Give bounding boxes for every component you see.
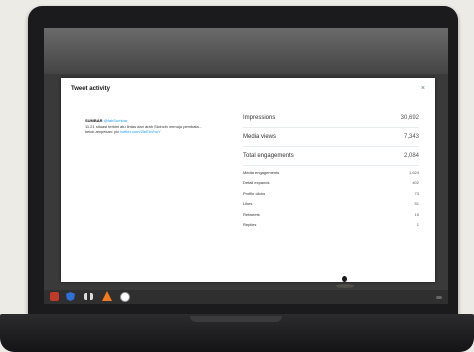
stats-panel: Impressions 30,692 Media views 7,343 Tot… xyxy=(243,110,419,230)
tweet-author: SUMBAR xyxy=(85,118,103,123)
stat-row-media-engagements: Media engagements 1,624 xyxy=(243,167,419,178)
divider xyxy=(243,146,419,147)
laptop-screen: Tweet activity × SUMBAR @fabSumbar 11.21… xyxy=(44,28,448,304)
stat-row-likes: Likes 51 xyxy=(243,199,419,210)
stat-value: 30,692 xyxy=(400,115,419,121)
stat-value: 402 xyxy=(412,180,419,186)
stat-label: Retweets xyxy=(243,211,260,217)
tray-icon[interactable] xyxy=(436,296,442,299)
stat-row-impressions: Impressions 30,692 xyxy=(243,110,419,126)
tweet-preview: SUMBAR @fabSumbar 11.21 situasi terkini … xyxy=(85,118,231,135)
tweet-text: 11.21 situasi terkini atu lintas dari ar… xyxy=(85,123,203,129)
divider xyxy=(243,127,419,128)
modal-title: Tweet activity xyxy=(71,86,110,92)
close-icon[interactable]: × xyxy=(421,85,425,92)
shield-icon[interactable] xyxy=(66,292,75,301)
taskbar xyxy=(44,290,448,304)
stat-row-total-engagements: Total engagements 2,084 xyxy=(243,148,419,164)
stat-value: 15 xyxy=(414,211,419,217)
start-icon[interactable] xyxy=(50,292,59,301)
stat-label: Detail expands xyxy=(243,180,270,186)
stat-value: 1,624 xyxy=(408,169,419,175)
browser-backdrop xyxy=(44,28,448,74)
stat-label: Likes xyxy=(243,201,253,207)
itunes-icon[interactable] xyxy=(120,292,130,302)
tweet-text-continued: kelok ampekan: pic xyxy=(85,129,120,134)
stat-row-detail-expands: Detail expands 402 xyxy=(243,178,419,189)
stat-value: 2,084 xyxy=(403,153,419,159)
stat-label: Impressions xyxy=(243,115,276,121)
tweet-activity-modal: Tweet activity × SUMBAR @fabSumbar 11.21… xyxy=(61,78,435,288)
screen-stain xyxy=(342,276,347,282)
stat-value: 1 xyxy=(416,222,419,228)
tweet-handle[interactable]: @fabSumbar xyxy=(104,118,128,123)
stat-row-retweets: Retweets 15 xyxy=(243,209,419,220)
stat-label: Replies xyxy=(243,222,257,228)
vlc-icon[interactable] xyxy=(102,291,112,301)
stat-value: 51 xyxy=(414,201,419,207)
network-icon[interactable] xyxy=(84,293,93,300)
photo-scene: Tweet activity × SUMBAR @fabSumbar 11.21… xyxy=(0,0,474,352)
stat-row-replies: Replies 1 xyxy=(243,220,419,231)
stat-label: Media views xyxy=(243,134,277,140)
divider xyxy=(243,165,419,166)
tweet-link[interactable]: twitter.com/ZleEkVnuY xyxy=(120,129,160,134)
stat-row-profile-clicks: Profile clicks 73 xyxy=(243,188,419,199)
stat-value: 73 xyxy=(414,190,419,196)
stat-row-media-views: Media views 7,343 xyxy=(243,129,419,145)
screen-smudge xyxy=(336,284,354,288)
stat-label: Total engagements xyxy=(243,153,294,159)
stat-value: 7,343 xyxy=(403,134,419,140)
stat-label: Profile clicks xyxy=(243,190,266,196)
stat-label: Media engagements xyxy=(243,169,280,175)
laptop-hinge-notch xyxy=(190,316,282,322)
